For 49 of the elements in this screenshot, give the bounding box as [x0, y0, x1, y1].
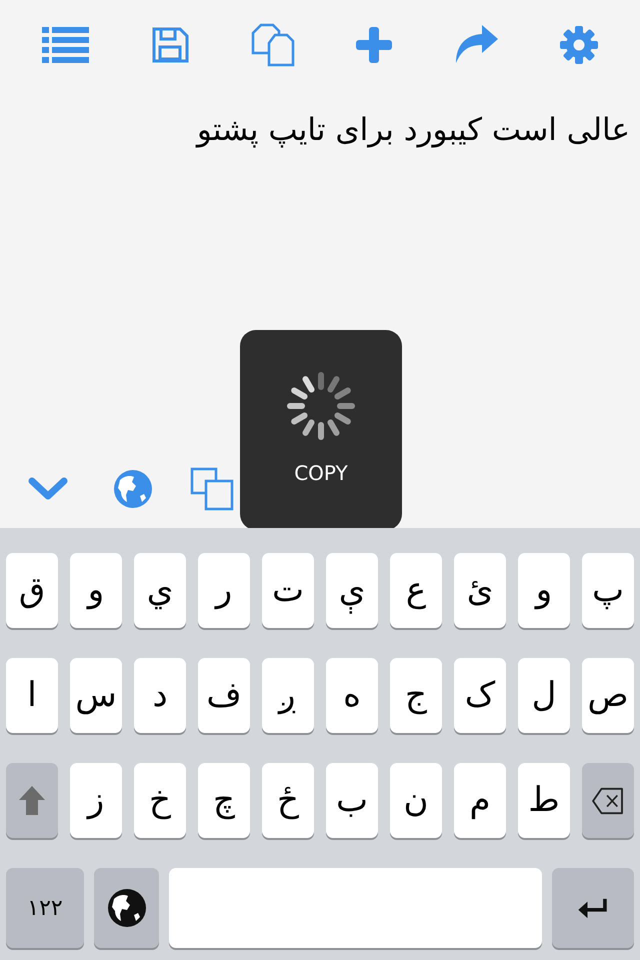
- globe-key[interactable]: [94, 868, 159, 948]
- key[interactable]: ې: [326, 553, 378, 628]
- key[interactable]: ک: [454, 658, 506, 733]
- key[interactable]: ف: [198, 658, 250, 733]
- backspace-key[interactable]: [582, 763, 634, 838]
- key[interactable]: ب: [326, 763, 378, 838]
- numbers-key[interactable]: ١٢٢: [6, 868, 84, 948]
- key[interactable]: ت: [262, 553, 314, 628]
- key[interactable]: ج: [390, 658, 442, 733]
- key[interactable]: م: [454, 763, 506, 838]
- key[interactable]: ئ: [454, 553, 506, 628]
- key[interactable]: س: [70, 658, 122, 733]
- key[interactable]: ص: [582, 658, 634, 733]
- key[interactable]: ر: [198, 553, 250, 628]
- shift-key[interactable]: [6, 763, 58, 838]
- shift-icon: [18, 784, 46, 816]
- key[interactable]: خ: [134, 763, 186, 838]
- key[interactable]: ز: [70, 763, 122, 838]
- save-icon[interactable]: [150, 26, 189, 64]
- add-icon[interactable]: [356, 27, 392, 63]
- spinner-icon: [285, 370, 357, 442]
- backspace-icon: [591, 786, 625, 814]
- key[interactable]: چ: [198, 763, 250, 838]
- key[interactable]: پ: [582, 553, 634, 628]
- key[interactable]: ه: [326, 658, 378, 733]
- hud-label: COPY: [294, 460, 348, 487]
- return-key[interactable]: [552, 868, 634, 948]
- key[interactable]: و: [70, 553, 122, 628]
- key[interactable]: د: [134, 658, 186, 733]
- key[interactable]: و: [518, 553, 570, 628]
- redo-arrow-icon[interactable]: [454, 25, 498, 65]
- key[interactable]: ا: [6, 658, 58, 733]
- return-icon: [577, 897, 609, 919]
- list-icon[interactable]: [42, 26, 89, 64]
- key[interactable]: ط: [518, 763, 570, 838]
- key[interactable]: ق: [6, 553, 58, 628]
- key[interactable]: ع: [390, 553, 442, 628]
- settings-icon[interactable]: [560, 26, 598, 64]
- key[interactable]: ي: [134, 553, 186, 628]
- editor-text: عالی است کیبورد برای تایپ پشتو: [196, 111, 630, 150]
- key[interactable]: ن: [390, 763, 442, 838]
- copy-icon[interactable]: [190, 467, 234, 511]
- key[interactable]: ل: [518, 658, 570, 733]
- globe-icon: [108, 889, 146, 927]
- key[interactable]: ږ: [262, 658, 314, 733]
- globe-icon[interactable]: [114, 470, 152, 508]
- key[interactable]: ځ: [262, 763, 314, 838]
- chevron-down-icon[interactable]: [28, 477, 68, 501]
- copy-icon[interactable]: [250, 23, 295, 67]
